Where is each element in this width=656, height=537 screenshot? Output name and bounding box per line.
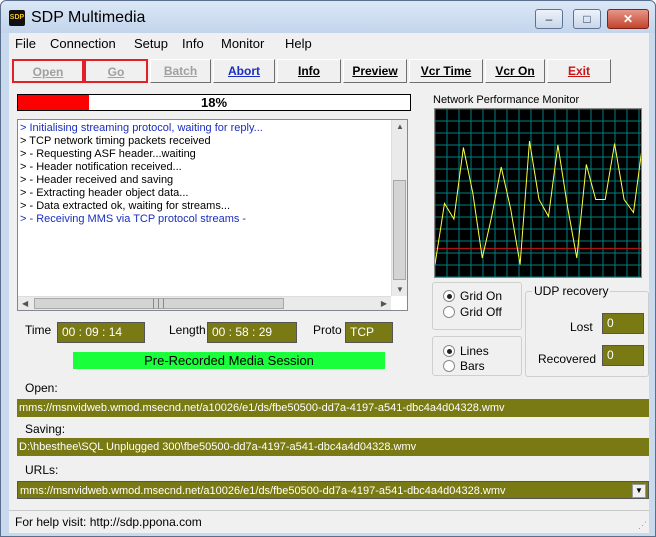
log-horizontal-scroll-thumb[interactable]: │││ xyxy=(34,298,284,309)
close-button[interactable]: ✕ xyxy=(607,9,649,29)
minimize-button[interactable]: – xyxy=(535,9,563,29)
grid-on-label: Grid On xyxy=(460,289,503,303)
batch-button[interactable]: Batch xyxy=(150,59,211,83)
menu-info[interactable]: Info xyxy=(182,36,204,51)
saving-path-label: Saving: xyxy=(25,422,66,436)
menu-file[interactable]: File xyxy=(15,36,36,51)
maximize-icon: □ xyxy=(583,12,591,26)
perf-monitor-title: Network Performance Monitor xyxy=(433,94,580,106)
time-value: 00 : 09 : 14 xyxy=(57,322,145,343)
scroll-down-icon[interactable]: ▼ xyxy=(396,285,404,294)
grid-off-radio[interactable] xyxy=(443,306,455,318)
scroll-right-icon[interactable]: ▶ xyxy=(381,299,387,308)
close-icon: ✕ xyxy=(622,12,634,26)
menu-help[interactable]: Help xyxy=(285,36,312,51)
grid-on-option[interactable]: Grid On xyxy=(443,289,502,303)
client-area: File Connection Setup Info Monitor Help … xyxy=(9,33,649,533)
chevron-down-icon[interactable]: ▼ xyxy=(632,484,646,498)
proto-label: Proto xyxy=(313,323,342,337)
network-performance-graph xyxy=(434,108,642,278)
recovered-value: 0 xyxy=(602,345,644,366)
udp-recovery-group: UDP recovery Lost 0 Recovered 0 xyxy=(525,284,649,377)
log-line: > - Requesting ASF header...waiting xyxy=(20,148,196,160)
menu-bar: File Connection Setup Info Monitor Help xyxy=(9,33,649,53)
sdp-app-icon[interactable]: SDP xyxy=(9,10,25,26)
urls-combo-value: mms://msnvidweb.wmod.msecnd.net/a10026/e… xyxy=(20,485,506,497)
open-button[interactable]: Open xyxy=(12,59,84,83)
resize-grip-icon[interactable]: ⋰ xyxy=(638,520,647,531)
lost-value: 0 xyxy=(602,313,644,334)
grid-option-group: Grid On Grid Off xyxy=(432,282,522,330)
progress-label: 18% xyxy=(200,95,228,110)
grid-off-option[interactable]: Grid Off xyxy=(443,305,502,319)
log-vertical-scrollbar[interactable]: ▲ ▼ xyxy=(391,120,407,296)
log-line: > Initialising streaming protocol, waiti… xyxy=(20,122,263,134)
recovered-label: Recovered xyxy=(538,352,597,366)
log-horizontal-scrollbar[interactable]: ◀ │││ ▶ xyxy=(18,296,391,310)
udp-recovery-title: UDP recovery xyxy=(532,284,611,298)
go-button[interactable]: Go xyxy=(84,59,148,83)
grid-off-label: Grid Off xyxy=(460,305,502,319)
scroll-up-icon[interactable]: ▲ xyxy=(396,122,404,131)
status-bar: For help visit: http://sdp.ppona.com ⋰ xyxy=(9,510,649,533)
status-text: For help visit: http://sdp.ppona.com xyxy=(15,515,202,529)
urls-combo[interactable]: mms://msnvidweb.wmod.msecnd.net/a10026/e… xyxy=(17,481,649,499)
lines-label: Lines xyxy=(460,344,489,358)
length-label: Length xyxy=(169,323,206,337)
menu-connection[interactable]: Connection xyxy=(50,36,116,51)
preview-button[interactable]: Preview xyxy=(343,59,407,83)
exit-button[interactable]: Exit xyxy=(547,59,611,83)
menu-setup[interactable]: Setup xyxy=(134,36,168,51)
time-label: Time xyxy=(25,323,52,337)
title-bar[interactable]: SDP SDP Multimedia – □ ✕ xyxy=(1,1,655,33)
bars-radio[interactable] xyxy=(443,360,455,372)
log-line: > TCP network timing packets received xyxy=(20,135,211,147)
session-status-bar: Pre-Recorded Media Session xyxy=(73,352,385,369)
vcr-on-button[interactable]: Vcr On xyxy=(485,59,545,83)
log-panel[interactable]: > Initialising streaming protocol, waiti… xyxy=(17,119,408,311)
menu-monitor[interactable]: Monitor xyxy=(221,36,264,51)
open-path-field[interactable]: mms://msnvidweb.wmod.msecnd.net/a10026/e… xyxy=(17,399,649,417)
bars-label: Bars xyxy=(460,359,485,373)
log-line: > - Extracting header object data... xyxy=(20,187,189,199)
log-vertical-scroll-thumb[interactable] xyxy=(393,180,406,280)
urls-label: URLs: xyxy=(25,463,59,477)
open-path-label: Open: xyxy=(25,381,58,395)
info-button[interactable]: Info xyxy=(277,59,341,83)
draw-option-group: Lines Bars xyxy=(432,336,522,376)
progress-bar: 18% xyxy=(17,94,411,111)
log-line: > - Header notification received... xyxy=(20,161,182,173)
lines-option[interactable]: Lines xyxy=(443,344,489,358)
scroll-left-icon[interactable]: ◀ xyxy=(22,299,28,308)
maximize-button[interactable]: □ xyxy=(573,9,601,29)
app-window: SDP SDP Multimedia – □ ✕ File Connection… xyxy=(0,0,656,537)
abort-button[interactable]: Abort xyxy=(213,59,275,83)
log-line: > - Header received and saving xyxy=(20,174,174,186)
grid-on-radio[interactable] xyxy=(443,290,455,302)
length-value: 00 : 58 : 29 xyxy=(207,322,297,343)
minimize-icon: – xyxy=(545,12,553,26)
window-title: SDP Multimedia xyxy=(31,9,146,26)
lines-radio[interactable] xyxy=(443,345,455,357)
log-line: > - Receiving MMS via TCP protocol strea… xyxy=(20,213,247,225)
perf-series-line xyxy=(435,140,641,265)
saving-path-field[interactable]: D:\hbesthee\SQL Unplugged 300\fbe50500-d… xyxy=(17,438,649,456)
bars-option[interactable]: Bars xyxy=(443,359,485,373)
proto-value: TCP xyxy=(345,322,393,343)
log-line: > - Data extracted ok, waiting for strea… xyxy=(20,200,230,212)
vcr-time-button[interactable]: Vcr Time xyxy=(409,59,483,83)
perf-graph-canvas xyxy=(435,109,641,277)
lost-label: Lost xyxy=(570,320,593,334)
log-lines: > Initialising streaming protocol, waiti… xyxy=(20,122,390,298)
